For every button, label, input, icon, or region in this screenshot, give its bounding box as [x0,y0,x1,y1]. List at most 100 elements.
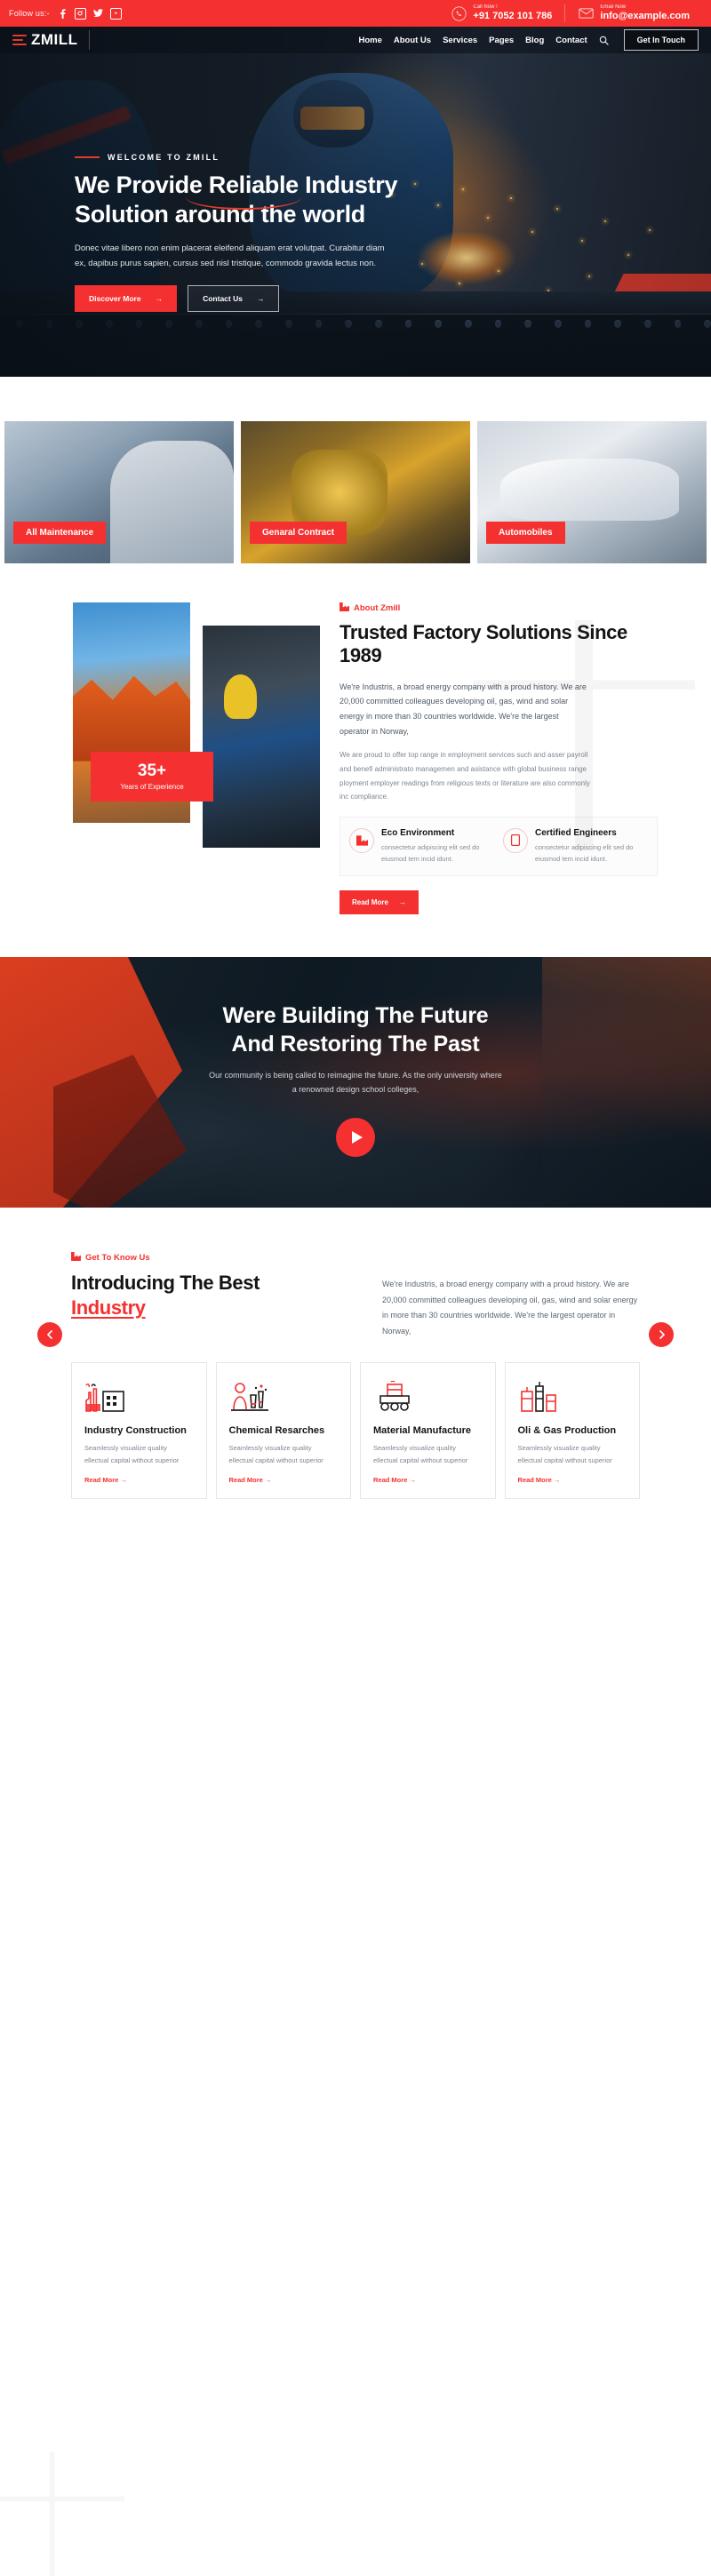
intro-paragraph: We're Industris, a broad energy company … [382,1279,638,1336]
cta-heading-line1: Were Building The Future [222,1002,489,1028]
experience-label: Years of Experience [120,783,184,791]
about-eyebrow-text: About Zmill [354,603,401,613]
call-now-block[interactable]: Call Now ! +91 7052 101 786 [438,4,564,23]
nav-links: Home About Us Services Pages Blog Contac… [358,29,699,51]
nav-item-about-us[interactable]: About Us [394,36,431,45]
intro-eyebrow: Get To Know Us [71,1251,347,1264]
carousel-next-button[interactable] [649,1322,674,1347]
arrow-right-icon: → [256,294,265,304]
read-more-label: Read More [352,897,388,906]
service-title: Industry Construction [84,1425,187,1437]
factory-icon [71,1251,81,1264]
facebook-icon[interactable] [57,8,68,20]
category-label: Genaral Contract [250,522,348,544]
phone-number: +91 7052 101 786 [473,10,553,21]
carousel-prev-button[interactable] [37,1322,62,1347]
service-card-chemical-researches[interactable]: Chemical Resarches Seamlessly visualize … [215,1362,351,1499]
get-in-touch-button[interactable]: Get In Touch [623,29,699,51]
intro-heading-line1: Introducing The Best [71,1271,260,1294]
services-watermark [0,2451,124,2576]
search-icon[interactable] [599,36,609,45]
service-title: Oli & Gas Production [517,1425,617,1437]
intro-heading-block: Get To Know Us Introducing The Best Indu… [71,1251,347,1320]
site-logo[interactable]: ZMILL [12,31,78,49]
email-now-label: Email Now [600,4,627,10]
nav-item-pages[interactable]: Pages [489,36,514,45]
service-read-more-link[interactable]: Read More → [373,1476,483,1484]
hero-eyebrow: WELCOME TO ZMILL [75,153,418,162]
service-read-more-link[interactable]: Read More → [229,1476,339,1484]
hero-eyebrow-text: WELCOME TO ZMILL [108,153,220,162]
service-card-material-manufacture[interactable]: Material Manufacture Seamlessly visualiz… [360,1362,496,1499]
youtube-icon[interactable] [109,7,122,20]
nav-item-blog[interactable]: Blog [525,36,544,45]
service-card-industry-construction[interactable]: Industry Construction Seamlessly visuali… [71,1362,207,1499]
cta-heading: Were Building The Future And Restoring T… [0,1001,711,1059]
services-section: Get To Know Us Introducing The Best Indu… [0,1207,711,2576]
nav-item-services[interactable]: Services [443,36,477,45]
category-strip: All Maintenance Genaral Contract Automob… [0,377,711,563]
about-read-more-button[interactable]: Read More → [340,889,419,914]
service-card-oil-gas-production[interactable]: Oli & Gas Production Seamlessly visualiz… [504,1362,640,1499]
conveyor-icon [373,1379,483,1413]
chemical-lab-icon [229,1379,339,1413]
intro-eyebrow-text: Get To Know Us [85,1252,150,1263]
hero-buttons: Discover More → Contact Us → [75,285,418,313]
category-card-general-contract[interactable]: Genaral Contract [241,421,470,563]
hero-content: WELCOME TO ZMILL We Provide Reliable Ind… [0,53,418,313]
social-links [57,7,122,20]
play-icon[interactable] [336,1118,375,1158]
nav-item-home[interactable]: Home [358,36,381,45]
topbar-contact-group: Call Now ! +91 7052 101 786 Email Now in… [438,4,702,23]
service-desc: Seamlessly visualize quality ellectual c… [228,1444,324,1465]
about-section: 35+ Years of Experience About Zmill Trus… [0,563,711,957]
intro-heading: Introducing The Best Industry [71,1271,347,1320]
email-now-block[interactable]: Email Now info@example.com [564,4,702,23]
contact-us-button[interactable]: Contact Us → [188,285,280,313]
about-eyebrow: About Zmill [340,602,658,614]
experience-number: 35+ [137,762,167,780]
about-text: About Zmill Trusted Factory Solutions Si… [320,602,695,914]
about-images: 35+ Years of Experience [53,602,320,914]
eco-factory-icon [349,827,374,853]
twitter-icon[interactable] [92,8,104,20]
eyebrow-line [75,156,100,158]
landing-page: Follow us:- Call Now ! +91 7052 101 786 … [0,0,711,2576]
category-card-automobiles[interactable]: Automobiles [477,421,707,563]
service-cards: Industry Construction Seamlessly visuali… [0,1339,711,1499]
category-label: All Maintenance [13,522,107,544]
service-desc: Seamlessly visualize quality ellectual c… [84,1444,180,1465]
cta-heading-line2: And Restoring The Past [231,1032,480,1057]
service-title: Chemical Resarches [228,1425,325,1437]
follow-us-label: Follow us:- [9,9,50,18]
about-watermark [473,620,695,851]
logo-mark-icon [12,34,27,46]
arrow-right-icon: → [155,294,164,304]
instagram-icon[interactable] [74,7,86,20]
service-desc: Seamlessly visualize quality ellectual c… [373,1444,468,1465]
factory-icon [340,602,349,614]
cta-description: Our community is being called to reimagi… [209,1070,502,1095]
oil-refinery-icon [518,1379,627,1413]
hero-title: We Provide Reliable Industry Solution ar… [75,171,418,229]
category-card-all-maintenance[interactable]: All Maintenance [4,421,234,563]
intro-heading-highlight: Industry [71,1296,146,1320]
logo-text: ZMILL [31,31,78,48]
contact-us-label: Contact Us [203,294,243,304]
factory-plant-icon [84,1379,194,1413]
nav-item-contact[interactable]: Contact [555,36,587,45]
hero-description: Donec vitae libero non enim placerat ele… [75,243,385,268]
service-read-more-link[interactable]: Read More → [84,1476,194,1484]
hero-title-line1: We Provide Reliable Industry [75,171,398,198]
discover-more-label: Discover More [89,294,141,304]
cta-content: Were Building The Future And Restoring T… [0,957,711,1158]
envelope-icon [578,5,595,22]
logo-divider [88,30,90,50]
hero-section: ZMILL Home About Us Services Pages Blog … [0,27,711,377]
service-title: Material Manufacture [373,1425,472,1437]
service-desc: Seamlessly visualize quality ellectual c… [517,1444,612,1465]
discover-more-button[interactable]: Discover More → [75,285,178,313]
service-read-more-link[interactable]: Read More → [518,1476,627,1484]
phone-icon [451,5,467,22]
video-cta-section: Were Building The Future And Restoring T… [0,956,711,1208]
